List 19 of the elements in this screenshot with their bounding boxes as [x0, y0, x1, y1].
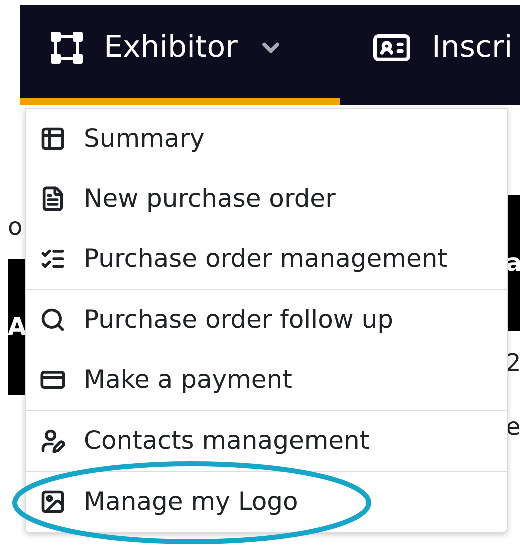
nav-tab[interactable]: Inscri — [340, 5, 513, 105]
menu-item[interactable]: Make a payment — [26, 350, 507, 410]
page-text-fragment: a — [506, 251, 520, 275]
menu-item[interactable]: Purchase order management — [26, 229, 507, 289]
menu-item[interactable]: Contacts management — [26, 411, 507, 471]
menu-item[interactable]: Purchase order follow up — [26, 290, 507, 350]
user-pen-icon — [40, 428, 66, 454]
vector-square-icon — [50, 30, 84, 64]
menu-item[interactable]: Summary — [26, 109, 507, 169]
page-text-fragment: 2 — [506, 351, 520, 375]
image-icon — [40, 489, 66, 515]
page-text-fragment: e — [506, 415, 520, 439]
menu-item[interactable]: Manage my Logo — [26, 472, 507, 532]
search-icon — [40, 307, 66, 333]
page-text-fragment: A — [8, 315, 27, 339]
menu-item[interactable]: New purchase order — [26, 169, 507, 229]
table-icon — [40, 126, 66, 152]
document-icon — [40, 186, 66, 212]
page-text-fragment: o — [8, 215, 23, 239]
